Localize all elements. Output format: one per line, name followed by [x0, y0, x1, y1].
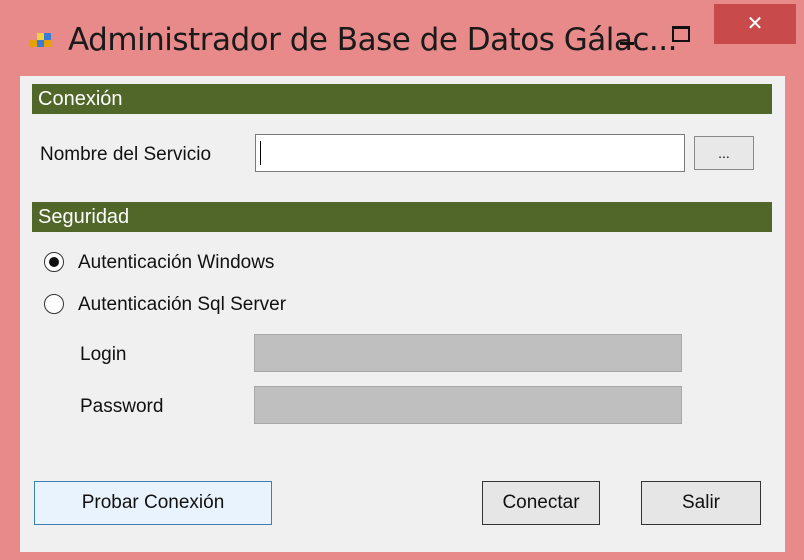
- title-bar[interactable]: Administrador de Base de Datos Gálac... …: [0, 0, 804, 76]
- windows-auth-label[interactable]: Autenticación Windows: [78, 252, 274, 274]
- window-title: Administrador de Base de Datos Gálac...: [68, 22, 677, 58]
- maximize-icon[interactable]: [664, 22, 694, 50]
- connect-button[interactable]: Conectar: [482, 481, 600, 525]
- password-input[interactable]: [254, 386, 682, 424]
- close-icon[interactable]: ✕: [714, 4, 796, 44]
- test-connection-button[interactable]: Probar Conexión: [34, 481, 272, 525]
- app-icon: [30, 33, 51, 47]
- dialog-body: Conexión Nombre del Servicio ... Segurid…: [20, 76, 785, 552]
- section-header-seguridad: Seguridad: [32, 202, 772, 232]
- service-name-input[interactable]: [255, 134, 685, 172]
- browse-button[interactable]: ...: [694, 136, 754, 170]
- radio-sql-auth[interactable]: [44, 294, 64, 314]
- minimize-icon[interactable]: [614, 28, 644, 56]
- dialog-window: Administrador de Base de Datos Gálac... …: [0, 0, 804, 560]
- service-name-label: Nombre del Servicio: [40, 144, 212, 165]
- password-label: Password: [80, 396, 164, 417]
- text-caret: [260, 141, 261, 165]
- radio-windows-auth[interactable]: [44, 252, 64, 272]
- sql-auth-label[interactable]: Autenticación Sql Server: [78, 294, 286, 316]
- exit-button[interactable]: Salir: [641, 481, 761, 525]
- login-label: Login: [80, 344, 127, 365]
- login-input[interactable]: [254, 334, 682, 372]
- section-header-conexion: Conexión: [32, 84, 772, 114]
